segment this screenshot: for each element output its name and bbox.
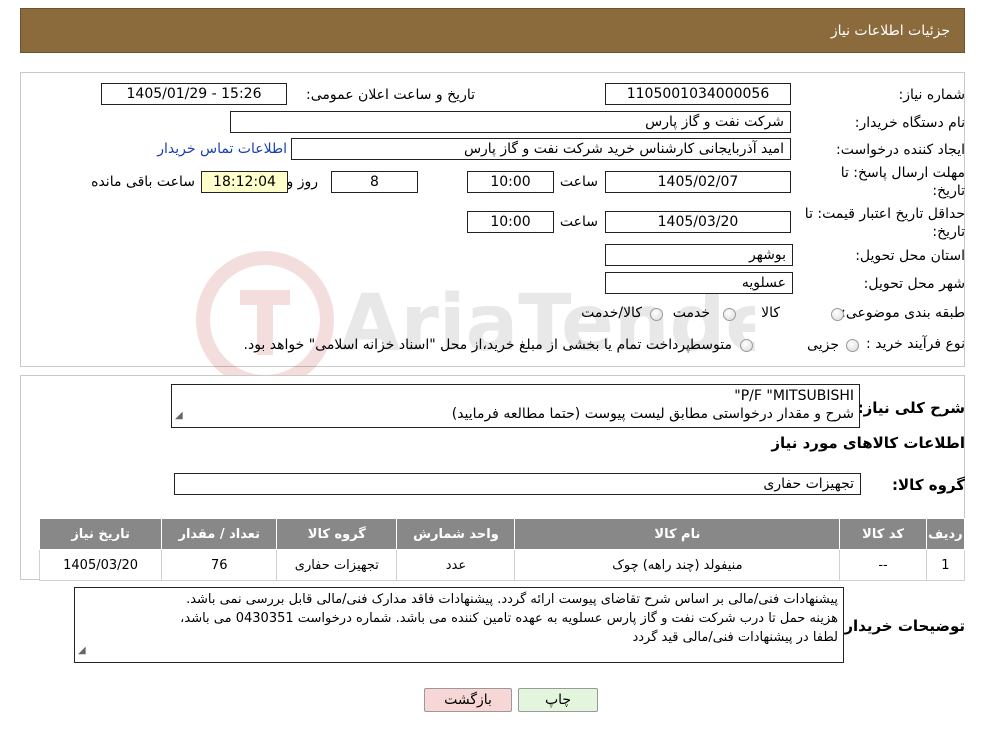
- resize-grip-icon[interactable]: ◢: [78, 641, 86, 660]
- deadline-date-field: 1405/02/07: [605, 171, 791, 193]
- page-header: جزئیات اطلاعات نیاز: [20, 8, 965, 53]
- radio-goods-service[interactable]: [650, 308, 663, 321]
- notes-line-2: هزینه حمل تا درب شرکت نفت و گاز پارس عسل…: [180, 611, 838, 626]
- province-field: بوشهر: [605, 244, 793, 266]
- deadline-time-field: 10:00: [467, 171, 554, 193]
- goods-group-label: گروه کالا:: [892, 476, 965, 494]
- cell-date: 1405/03/20: [38, 549, 163, 581]
- summary-label: شرح کلی نیاز:: [857, 399, 965, 417]
- buyer-org-field: شرکت نفت و گاز پارس: [230, 111, 791, 133]
- summary-line-1: P/F "MITSUBISHI": [734, 388, 854, 404]
- col-unit: واحد شمارش: [396, 518, 516, 550]
- radio-goods-label: کالا: [761, 305, 780, 321]
- col-qty: تعداد / مقدار: [161, 518, 278, 550]
- city-field: عسلویه: [605, 272, 793, 294]
- radio-partial[interactable]: [846, 339, 859, 352]
- goods-group-field: تجهیزات حفاری: [174, 473, 861, 495]
- city-label: شهر محل تحویل:: [863, 276, 965, 292]
- notes-line-3: لطفا در پیشنهادات فنی/مالی قید گردد: [632, 630, 838, 645]
- resize-grip-icon[interactable]: ◢: [175, 407, 183, 425]
- radio-goods-service-label: کالا/خدمت: [581, 305, 642, 321]
- page-title: جزئیات اطلاعات نیاز: [830, 23, 950, 39]
- radio-service[interactable]: [723, 308, 736, 321]
- table-row: 1 -- منیفولد (چند راهه) چوک عدد تجهیزات …: [38, 549, 966, 581]
- validity-hour-label: ساعت: [559, 214, 598, 230]
- col-name: نام کالا: [514, 518, 841, 550]
- radio-goods[interactable]: [831, 308, 844, 321]
- deadline-label: مهلت ارسال پاسخ: تا تاریخ:: [840, 165, 965, 199]
- radio-medium-label: متوسط: [688, 337, 732, 353]
- need-number-label: شماره نیاز:: [898, 87, 966, 103]
- cell-group: تجهیزات حفاری: [276, 549, 398, 581]
- remaining-label: ساعت باقی مانده: [91, 174, 195, 190]
- cell-unit: عدد: [396, 549, 516, 581]
- col-code: کد کالا: [839, 518, 927, 550]
- summary-textarea[interactable]: P/F "MITSUBISHI" شرح و مقدار درخواستی مط…: [171, 384, 860, 428]
- radio-service-label: خدمت: [672, 305, 710, 321]
- category-label: طبقه بندی موضوعی:: [841, 305, 965, 321]
- cell-qty: 76: [161, 549, 278, 581]
- contact-buyer-link[interactable]: اطلاعات تماس خریدار: [157, 141, 287, 157]
- process-label: نوع فرآیند خرید :: [866, 336, 965, 352]
- days-field: 8: [331, 171, 418, 193]
- cell-row: 1: [925, 549, 966, 581]
- summary-line-2: شرح و مقدار درخواستی مطابق لیست پیوست (ح…: [451, 406, 854, 422]
- creator-field: امید آذربایجانی کارشناس خرید شرکت نفت و …: [291, 138, 791, 160]
- need-number-field: 1105001034000056: [605, 83, 791, 105]
- province-label: استان محل تحویل:: [855, 248, 965, 264]
- cell-name: منیفولد (چند راهه) چوک: [514, 549, 841, 581]
- radio-partial-label: جزیی: [807, 337, 839, 353]
- notes-label: توضیحات خریدار:: [838, 617, 965, 635]
- treasury-note: پرداخت تمام یا بخشی از مبلغ خرید،از محل …: [243, 337, 690, 353]
- validity-date-field: 1405/03/20: [605, 211, 791, 233]
- remaining-timer: 18:12:04: [201, 171, 288, 193]
- validity-time-field: 10:00: [467, 211, 554, 233]
- validity-label: حداقل تاریخ اعتبار قیمت: تا تاریخ:: [804, 206, 965, 240]
- announce-label: تاریخ و ساعت اعلان عمومی:: [306, 87, 475, 103]
- col-row: ردیف: [925, 518, 966, 550]
- table-header-row: ردیف کد کالا نام کالا واحد شمارش گروه کا…: [38, 518, 966, 550]
- cell-code: --: [839, 549, 927, 581]
- deadline-hour-label: ساعت: [559, 174, 598, 190]
- notes-textarea[interactable]: پیشنهادات فنی/مالی بر اساس شرح تقاضای پی…: [74, 587, 844, 663]
- back-button[interactable]: بازگشت: [424, 688, 512, 712]
- notes-line-1: پیشنهادات فنی/مالی بر اساس شرح تقاضای پی…: [186, 592, 838, 607]
- buyer-org-label: نام دستگاه خریدار:: [854, 115, 965, 131]
- col-group: گروه کالا: [276, 518, 398, 550]
- announce-field: 1405/01/29 - 15:26: [101, 83, 287, 105]
- print-button[interactable]: چاپ: [518, 688, 598, 712]
- creator-label: ایجاد کننده درخواست:: [836, 142, 965, 158]
- days-label: روز و: [286, 174, 319, 190]
- radio-medium[interactable]: [740, 339, 753, 352]
- col-date: تاریخ نیاز: [38, 518, 163, 550]
- goods-section-title: اطلاعات کالاهای مورد نیاز: [771, 434, 965, 452]
- goods-table: ردیف کد کالا نام کالا واحد شمارش گروه کا…: [38, 518, 966, 581]
